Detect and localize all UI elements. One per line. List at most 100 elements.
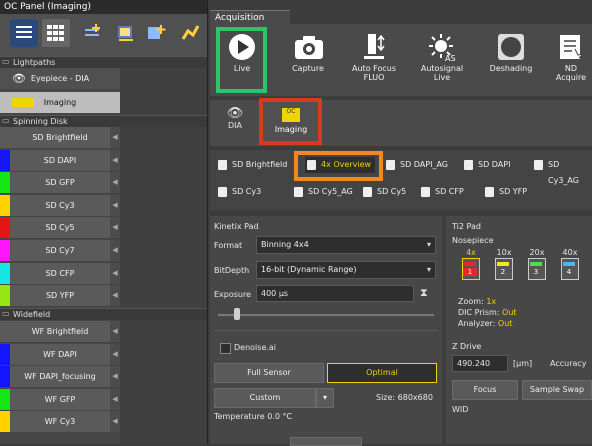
zdrive-label: Z Drive xyxy=(452,342,482,351)
color-swatch xyxy=(0,262,10,284)
chevron-left-icon[interactable]: ◀ xyxy=(110,172,120,194)
deshading-icon xyxy=(496,32,526,62)
wid-label: WID xyxy=(452,405,469,414)
auto-focus-button[interactable]: Auto Focus FLUO xyxy=(348,24,400,94)
add-group-icon[interactable] xyxy=(112,19,140,47)
color-swatch xyxy=(0,127,10,148)
oc-item-wf-1[interactable]: WF DAPI ◀ xyxy=(0,343,120,366)
preset-9[interactable]: SD YFP xyxy=(483,184,527,200)
preset-3[interactable]: SD DAPI xyxy=(462,157,510,173)
chevron-left-icon[interactable]: ◀ xyxy=(110,388,120,410)
size-readout: Size: 680x680 xyxy=(376,393,433,402)
grid-view-icon[interactable] xyxy=(42,19,70,47)
nosepiece-label: Nosepiece xyxy=(452,236,494,245)
dic-prism-readout: DIC Prism: Out xyxy=(458,308,517,317)
format-select[interactable]: Binning 4x4 xyxy=(256,236,436,254)
oc-item-wf-3[interactable]: WF GFP ◀ xyxy=(0,388,120,411)
list-view-icon[interactable] xyxy=(10,19,38,47)
denoise-checkbox[interactable] xyxy=(220,343,231,354)
chevron-left-icon[interactable]: ◀ xyxy=(110,217,120,239)
chevron-left-icon[interactable]: ◀ xyxy=(110,149,120,171)
bitdepth-label: BitDepth xyxy=(214,266,250,275)
lightpath-imaging[interactable]: Imaging xyxy=(0,92,120,114)
exposure-slider-handle[interactable] xyxy=(234,308,240,320)
mode-dia-button[interactable]: 👁 DIA xyxy=(220,106,250,130)
oc-item-wf-4[interactable]: WF Cy3 ◀ xyxy=(0,411,120,434)
kinetix-title: Kinetix Pad xyxy=(214,222,259,231)
preset-5[interactable]: SD Cy3 xyxy=(216,184,261,200)
analyzer-readout: Analyzer: Out xyxy=(458,319,513,328)
nd-acquire-button[interactable]: ND Acquire xyxy=(550,24,592,94)
temperature-readout: Temperature 0.0 °C xyxy=(214,412,293,421)
camera-icon xyxy=(293,32,323,62)
objective-20x[interactable]: 20x 3 xyxy=(528,248,546,281)
chevron-left-icon[interactable]: ◀ xyxy=(110,262,120,284)
full-sensor-button[interactable]: Full Sensor xyxy=(214,363,324,383)
acquisition-toolbar: Live Capture Auto Focus FLUO AS Autosign… xyxy=(210,24,592,96)
live-button[interactable]: Live xyxy=(220,24,264,94)
objective-10x[interactable]: 10x 2 xyxy=(495,248,513,281)
objective-40x[interactable]: 40x 4 xyxy=(561,248,579,281)
mode-imaging-button[interactable]: OC Imaging xyxy=(262,102,320,142)
play-icon xyxy=(227,32,257,62)
ti2-pad: Ti2 Pad Nosepiece 4x 1 10x 2 20x 3 40x 4 Zoom: … xyxy=(446,216,592,444)
oc-item-sd-7[interactable]: SD YFP ◀ xyxy=(0,285,120,308)
add-item-icon[interactable] xyxy=(78,19,106,47)
oc-item-sd-4[interactable]: SD Cy5 ◀ xyxy=(0,217,120,240)
chevron-left-icon[interactable]: ◀ xyxy=(110,343,120,365)
imaging-mode-icon: OC xyxy=(282,108,300,122)
new-group-icon[interactable] xyxy=(142,19,170,47)
chevron-left-icon[interactable]: ◀ xyxy=(110,194,120,216)
oc-item-sd-2[interactable]: SD GFP ◀ xyxy=(0,172,120,195)
preset-7[interactable]: SD Cy5 xyxy=(361,184,406,200)
hourglass-icon[interactable]: ⧗ xyxy=(420,286,428,300)
autofocus-icon xyxy=(359,32,389,62)
oc-item-wf-0[interactable]: WF Brightfield ◀ xyxy=(0,321,120,343)
chevron-left-icon[interactable]: ◀ xyxy=(110,240,120,261)
bottom-button[interactable] xyxy=(290,437,362,446)
chevron-left-icon[interactable]: ◀ xyxy=(110,321,120,342)
chevron-left-icon[interactable]: ◀ xyxy=(110,366,120,388)
exposure-slider-track[interactable] xyxy=(218,314,434,316)
chevron-left-icon[interactable]: ◀ xyxy=(110,127,120,148)
preset-2[interactable]: SD DAPI_AG xyxy=(384,157,448,173)
oc-item-sd-3[interactable]: SD Cy3 ◀ xyxy=(0,194,120,217)
chevron-left-icon[interactable]: ◀ xyxy=(110,285,120,307)
optimal-button[interactable]: Optimal xyxy=(327,363,437,383)
oc-item-sd-0[interactable]: SD Brightfield ◀ xyxy=(0,127,120,149)
bitdepth-select[interactable]: 16-bit (Dynamic Range) xyxy=(256,261,436,279)
sample-swap-button[interactable]: Sample Swap xyxy=(522,380,592,400)
eye-icon: 👁 xyxy=(12,72,26,85)
capture-button[interactable]: Capture xyxy=(284,24,332,94)
chevron-left-icon[interactable]: ◀ xyxy=(110,411,120,433)
lightpath-mode-bar: 👁 DIA OC Imaging xyxy=(210,100,592,146)
deshading-button[interactable]: Deshading xyxy=(486,24,536,94)
section-widefield[interactable]: Widefield xyxy=(0,308,207,320)
color-swatch xyxy=(0,217,10,239)
objective-icon: 1 xyxy=(462,258,480,280)
z-position-input[interactable]: 490.240 xyxy=(452,355,508,372)
objective-icon: 4 xyxy=(561,258,579,280)
color-swatch xyxy=(0,321,10,342)
oc-item-sd-5[interactable]: SD Cy7 ◀ xyxy=(0,240,120,262)
custom-dropdown-arrow[interactable]: ▾ xyxy=(316,388,334,408)
preset-1[interactable]: 4x Overview xyxy=(305,157,376,173)
preset-6[interactable]: SD Cy5_AG xyxy=(292,184,353,200)
tab-acquisition[interactable]: Acquisition xyxy=(210,10,290,24)
move-icon[interactable] xyxy=(176,19,204,47)
oc-item-sd-1[interactable]: SD DAPI ◀ xyxy=(0,149,120,172)
exposure-input[interactable]: 400 µs xyxy=(256,285,414,302)
objective-4x[interactable]: 4x 1 xyxy=(462,248,480,281)
divider xyxy=(214,330,438,331)
section-spinning-disk[interactable]: Spinning Disk xyxy=(0,115,207,127)
custom-button[interactable]: Custom xyxy=(214,388,316,408)
preset-8[interactable]: SD CFP xyxy=(419,184,464,200)
lightpath-eyepiece-dia[interactable]: 👁 Eyepiece - DIA xyxy=(0,68,120,90)
preset-4[interactable]: SD Cy3_AG xyxy=(532,157,592,185)
section-lightpaths[interactable]: Lightpaths xyxy=(0,56,207,68)
oc-item-wf-2[interactable]: WF DAPI_focusing ◀ xyxy=(0,366,120,389)
focus-button[interactable]: Focus xyxy=(452,380,518,400)
preset-0[interactable]: SD Brightfield xyxy=(216,157,287,173)
autosignal-live-button[interactable]: AS Autosignal Live xyxy=(416,24,468,94)
oc-item-sd-6[interactable]: SD CFP ◀ xyxy=(0,262,120,285)
